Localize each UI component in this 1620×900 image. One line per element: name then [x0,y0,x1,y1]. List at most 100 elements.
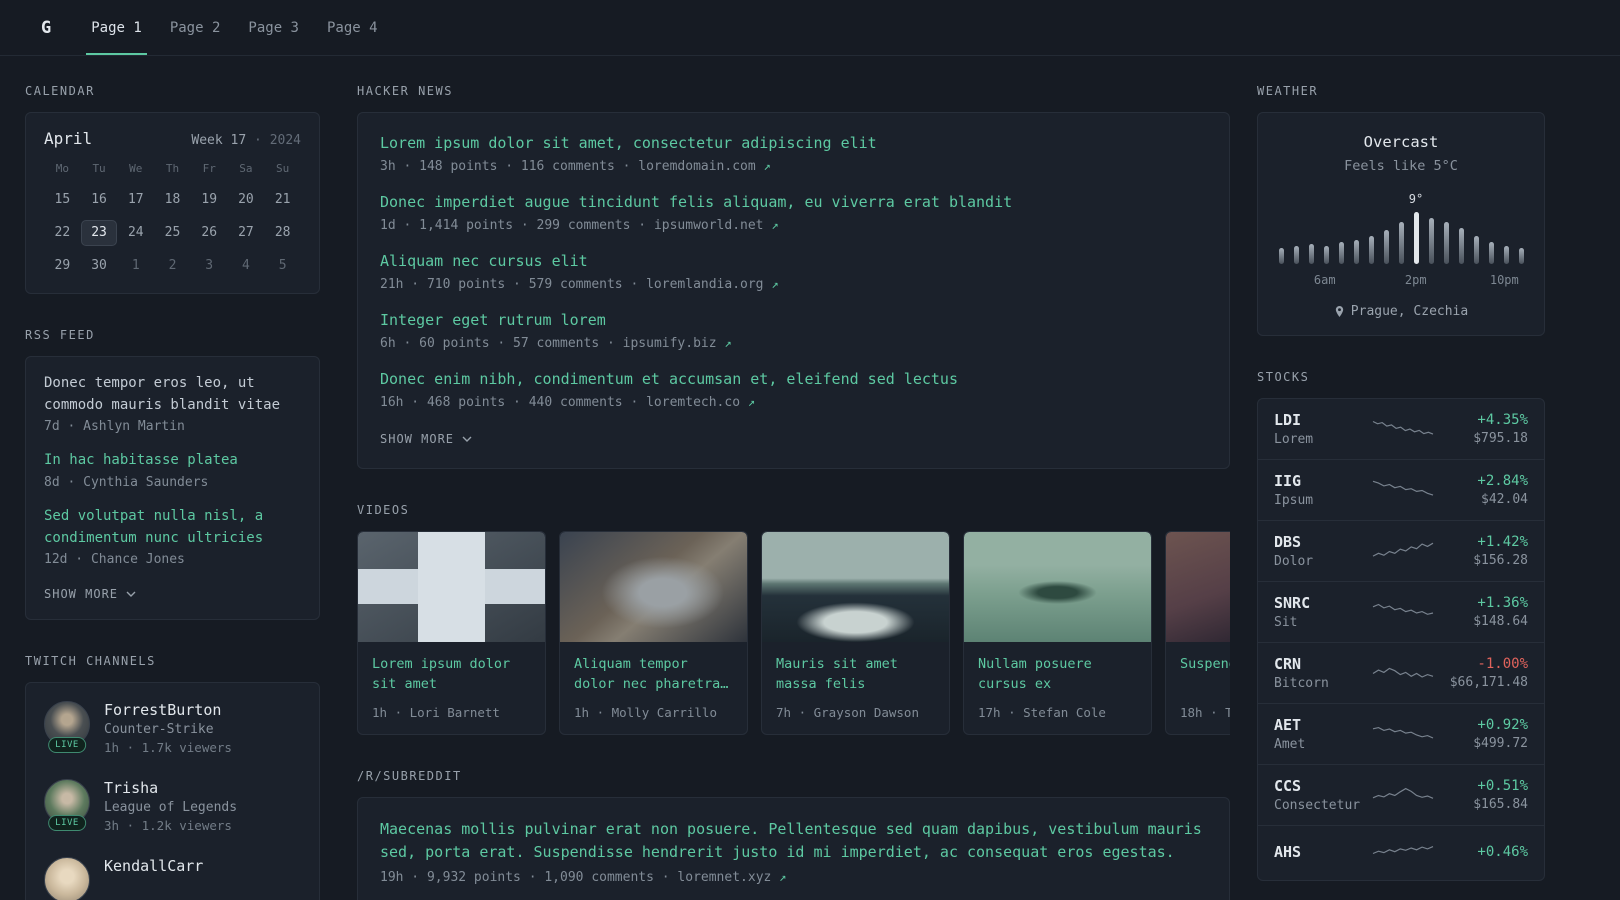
tab-page-3[interactable]: Page 3 [234,0,313,55]
stock-name: Dolor [1274,554,1314,569]
weather-bar: 9° [1409,192,1423,264]
hacker-news-section-label: HACKER NEWS [357,84,453,98]
twitch-channel-row[interactable]: LIVE ForrestBurton Counter-Strike 1h · 1… [44,701,301,755]
post-domain-link[interactable]: loremnet.xyz [677,870,771,885]
hn-item-meta: 3h · 148 points · 116 comments · loremdo… [380,159,1207,174]
calendar-section-label: CALENDAR [25,84,95,98]
hn-item-title[interactable]: Donec enim nibh, condimentum et accumsan… [380,369,1207,390]
stock-symbol: IIG [1274,472,1302,490]
calendar-day: 28 [274,225,291,240]
stock-row[interactable]: SNRC Sit +1.36% $148.64 [1258,581,1544,642]
channel-meta: 3h · 1.2k viewers [104,818,232,834]
app-logo[interactable]: G [41,0,51,55]
channel-info: Trisha League of Legends 3h · 1.2k viewe… [104,779,237,833]
calendar-week-year: Week 17 · 2024 [191,133,301,148]
rss-item-meta: 12d · Chance Jones [44,552,185,568]
weather-bar [1383,230,1389,264]
calendar-year: 2024 [269,133,301,148]
channel-category: Counter-Strike [104,722,214,738]
rss-item-title[interactable]: Sed volutpat nulla nisl, a condimentum n… [44,506,301,549]
hn-item-stats: 3h · 148 points · 116 comments · [380,159,631,174]
video-meta: 17h · Stefan Cole [978,705,1106,720]
post-title[interactable]: Maecenas mollis pulvinar erat non posuer… [380,818,1207,865]
stock-change: +4.35% [1477,412,1528,428]
rss-item: Sed volutpat nulla nisl, a condimentum n… [44,506,301,567]
tab-page-1[interactable]: Page 1 [77,0,156,55]
stock-name: Ipsum [1274,493,1314,508]
hn-item-domain-link[interactable]: loremlandia.org [646,277,763,292]
weather-location: Prague, Czechia [1278,304,1524,319]
hn-item-domain-link[interactable]: ipsumworld.net [654,218,764,233]
hn-item-stats: 16h · 468 points · 440 comments · [380,395,639,410]
left-column: CALENDAR April Week 17 · 2024 Mo Tu We T… [25,84,320,900]
subreddit-post: Maecenas mollis pulvinar erat non posuer… [380,818,1207,885]
stocks-widget: LDI Lorem +4.35% $795.18 IIG Ipsum +2.84% $4… [1257,398,1545,881]
hn-item-domain-link[interactable]: ipsumify.biz [623,336,717,351]
weather-section: WEATHER Overcast Feels like 5°C 9° 6am 2… [1257,84,1545,336]
stock-price: $165.84 [1473,797,1528,812]
video-body: Mauris sit amet massa felis 7h · Grayson… [762,642,949,734]
video-body: Aliquam tempor dolor nec pharetra… 1h · … [560,642,747,734]
video-card[interactable]: Nullam posuere cursus ex 17h · Stefan Co… [963,531,1152,735]
stock-row[interactable]: AET Amet +0.92% $499.72 [1258,703,1544,764]
stock-row[interactable]: AHS +0.46% [1258,825,1544,880]
live-badge: LIVE [48,737,86,754]
stock-row[interactable]: LDI Lorem +4.35% $795.18 [1258,399,1544,459]
rss-item-title[interactable]: Donec tempor eros leo, ut commodo mauris… [44,373,301,416]
stock-symbol: CCS [1274,777,1302,795]
weather-bar [1308,244,1314,264]
video-thumbnail[interactable] [358,532,545,642]
video-body: Nullam posuere cursus ex 17h · Stefan Co… [964,642,1151,734]
stock-price: $156.28 [1473,553,1528,568]
channel-name[interactable]: ForrestBurton [104,701,232,719]
video-thumbnail[interactable] [762,532,949,642]
video-card[interactable]: Mauris sit amet massa felis 7h · Grayson… [761,531,950,735]
channel-meta: 1h · 1.7k viewers [104,740,232,756]
tab-page-2[interactable]: Page 2 [156,0,235,55]
video-thumbnail[interactable] [560,532,747,642]
channel-name[interactable]: KendallCarr [104,857,203,875]
stock-row[interactable]: CCS Consectetur +0.51% $165.84 [1258,764,1544,825]
video-card[interactable]: Suspendisse diam 18h · Tara [1165,531,1230,735]
hn-show-more-button[interactable]: SHOW MORE [380,428,472,456]
hn-item-domain-link[interactable]: loremtech.co [646,395,740,410]
hn-item-meta: 16h · 468 points · 440 comments · loremt… [380,395,1207,410]
calendar-day: 19 [201,192,218,207]
video-title[interactable]: Suspendisse diam [1180,654,1230,695]
video-body: Suspendisse diam 18h · Tara [1166,642,1230,734]
twitch-channel-row[interactable]: LIVE Trisha League of Legends 3h · 1.2k … [44,779,301,833]
hn-item-title[interactable]: Donec imperdiet augue tincidunt felis al… [380,192,1207,213]
stock-row[interactable]: IIG Ipsum +2.84% $42.04 [1258,459,1544,520]
hn-item-title[interactable]: Aliquam nec cursus elit [380,251,1207,272]
stock-row[interactable]: DBS Dolor +1.42% $156.28 [1258,520,1544,581]
stock-sparkline [1370,658,1436,688]
avatar [44,857,90,900]
rss-item-meta: 7d · Ashlyn Martin [44,419,185,435]
calendar-grid: Mo Tu We Th Fr Sa Su 15 16 17 18 19 20 2… [44,162,301,279]
video-title[interactable]: Aliquam tempor dolor nec pharetra… [574,654,733,695]
weather-bar-chart: 9° [1278,192,1524,264]
location-pin-icon [1335,306,1343,317]
channel-name[interactable]: Trisha [104,779,237,797]
hn-item-title[interactable]: Lorem ipsum dolor sit amet, consectetur … [380,133,1207,154]
video-thumbnail[interactable] [964,532,1151,642]
stock-row[interactable]: CRN Bitcorn -1.00% $66,171.48 [1258,642,1544,703]
video-card[interactable]: Lorem ipsum dolor sit amet consectetu… 1… [357,531,546,735]
hn-item-title[interactable]: Integer eget rutrum lorem [380,310,1207,331]
tab-page-4[interactable]: Page 4 [313,0,392,55]
weather-bar [1278,248,1284,264]
weather-peak-temp-label: 9° [1408,192,1424,206]
rss-show-more-button[interactable]: SHOW MORE [44,583,136,611]
video-title[interactable]: Mauris sit amet massa felis [776,654,935,695]
weather-bar [1428,218,1434,264]
rss-item-meta: 8d · Cynthia Saunders [44,475,209,491]
rss-item-title[interactable]: In hac habitasse platea [44,450,301,472]
video-card[interactable]: Aliquam tempor dolor nec pharetra… 1h · … [559,531,748,735]
hn-item-domain-link[interactable]: loremdomain.com [638,159,755,174]
video-thumbnail[interactable] [1166,532,1230,642]
video-title[interactable]: Lorem ipsum dolor sit amet consectetu… [372,654,531,695]
calendar-weekday: Su [276,162,290,175]
video-title[interactable]: Nullam posuere cursus ex [978,654,1137,695]
twitch-channel-row[interactable]: KendallCarr [44,857,301,900]
middle-column: HACKER NEWS Lorem ipsum dolor sit amet, … [357,84,1230,900]
